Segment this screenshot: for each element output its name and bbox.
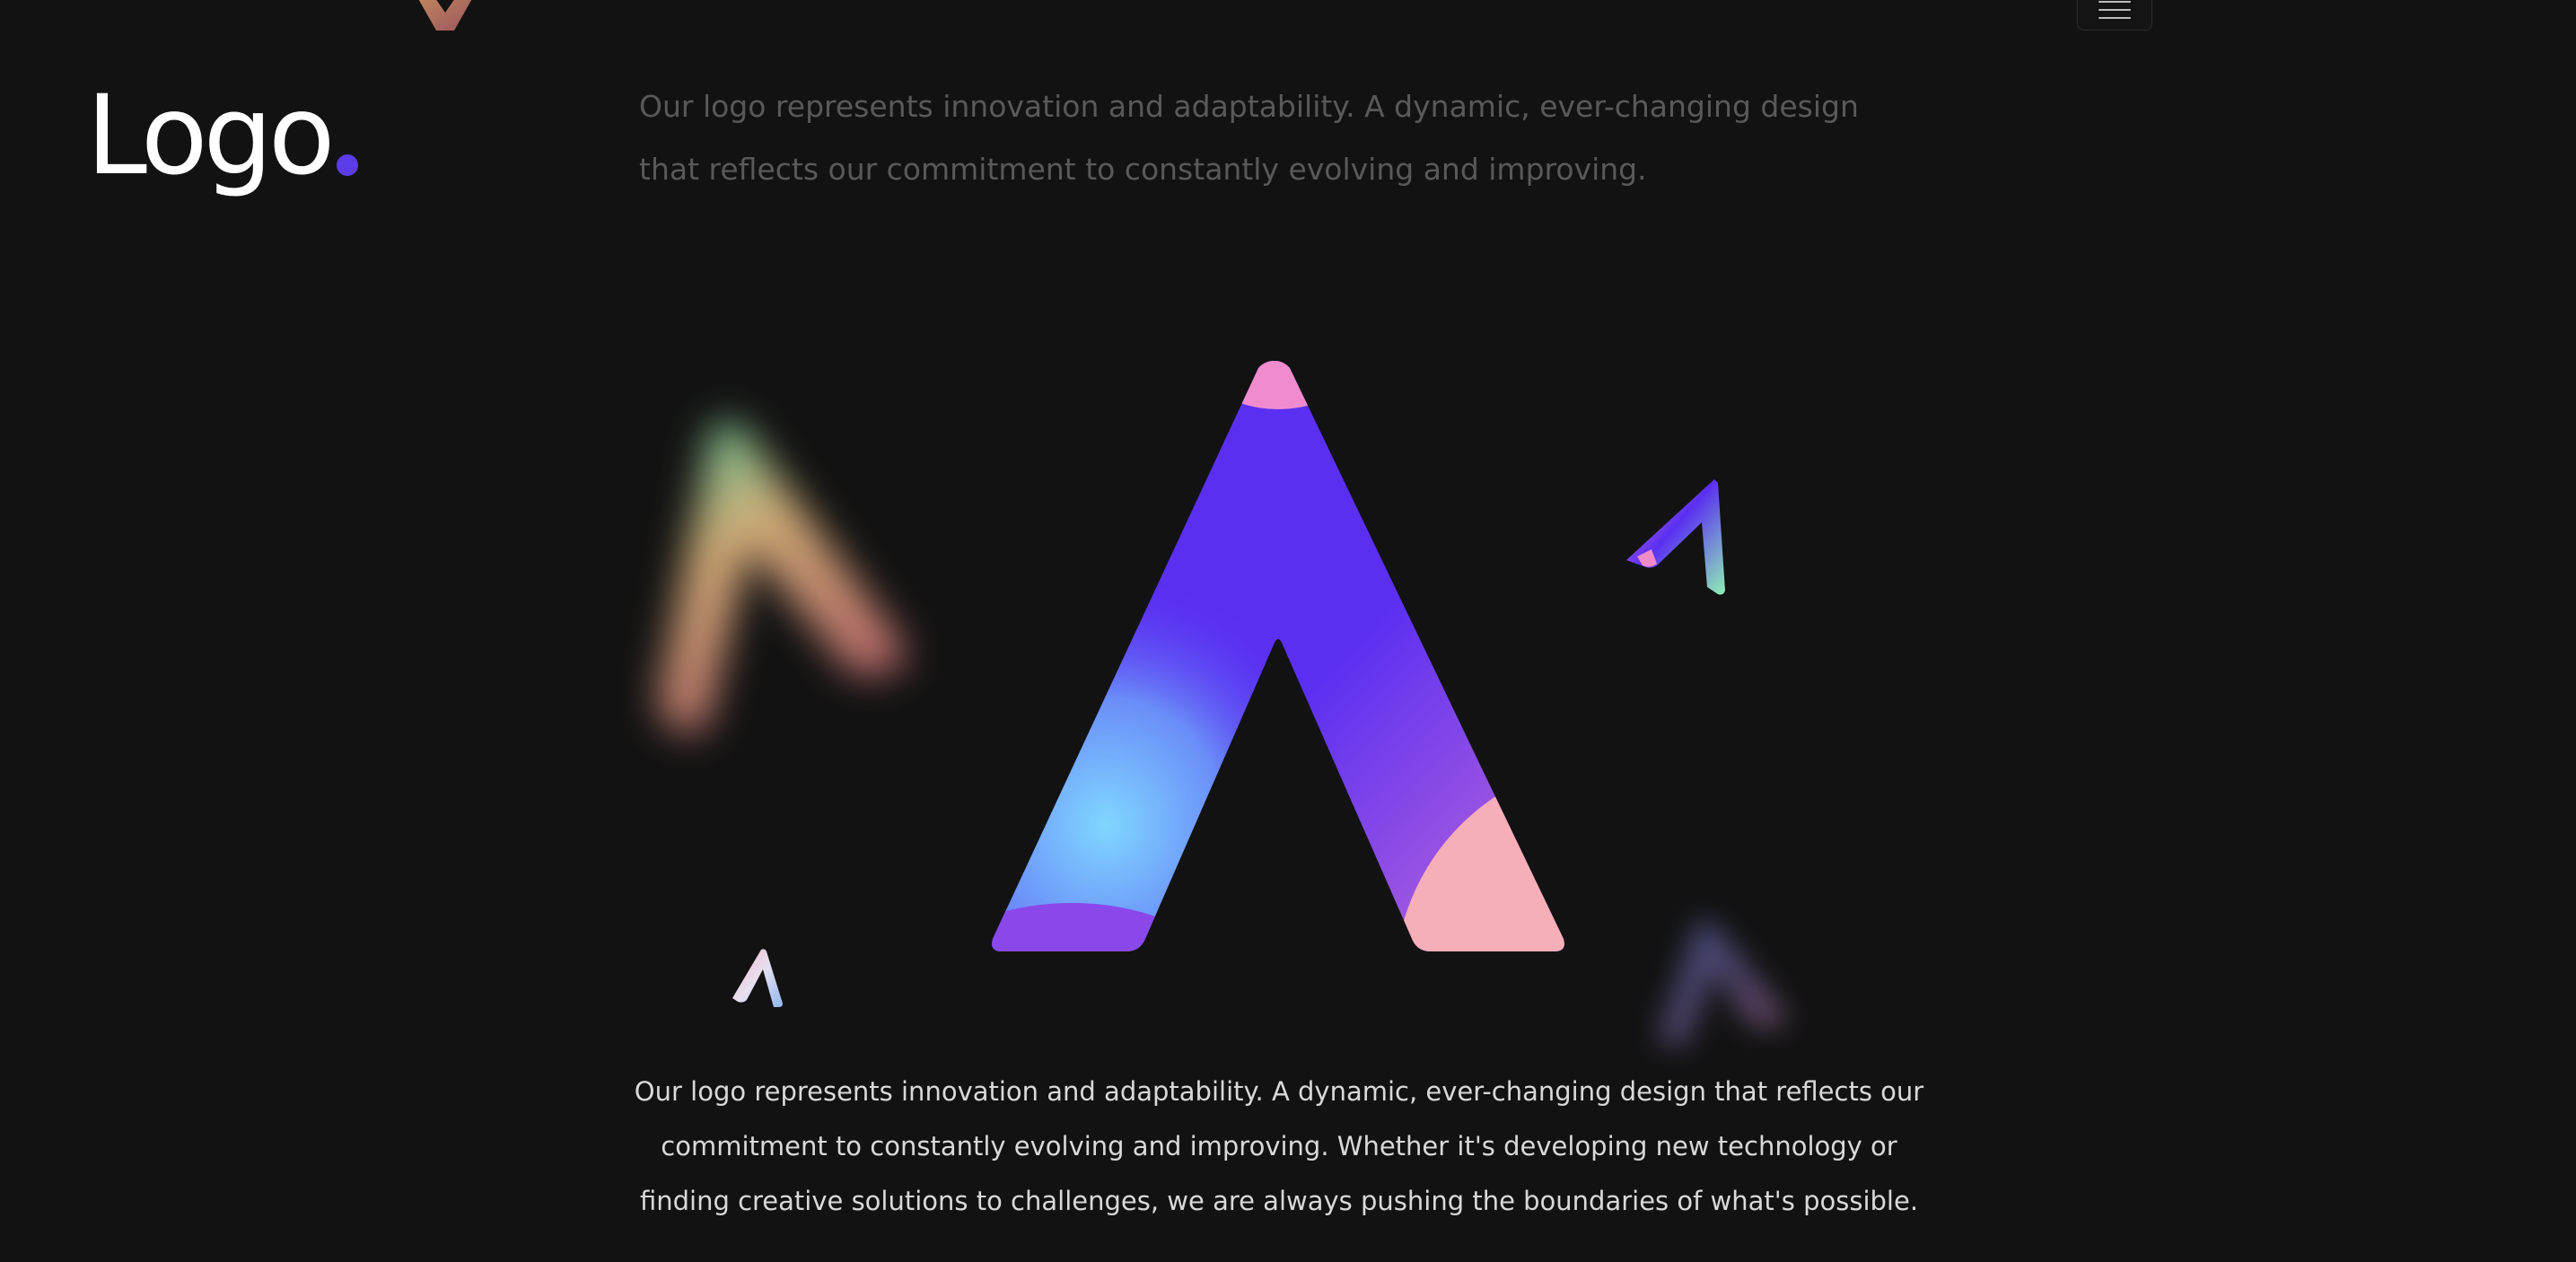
menu-button[interactable] xyxy=(2077,0,2152,31)
logo-mark-small-icon xyxy=(732,949,783,1007)
brand-logo[interactable]: Logo xyxy=(86,56,358,190)
intro-paragraph: Our logo represents innovation and adapt… xyxy=(639,89,1859,187)
logo-mark-top-icon xyxy=(418,0,472,31)
brand-wordmark: Logo xyxy=(86,72,336,199)
logo-mark-blurred-left-icon xyxy=(658,422,905,734)
description-paragraph: Our logo represents innovation and adapt… xyxy=(634,1076,1924,1216)
logo-mark-blurred-right-icon xyxy=(1657,920,1787,1048)
logo-mark-right-icon xyxy=(1626,479,1725,595)
logo-main-mark xyxy=(992,361,1564,951)
hamburger-menu-icon xyxy=(2098,1,2131,19)
brand-dot xyxy=(336,154,358,176)
